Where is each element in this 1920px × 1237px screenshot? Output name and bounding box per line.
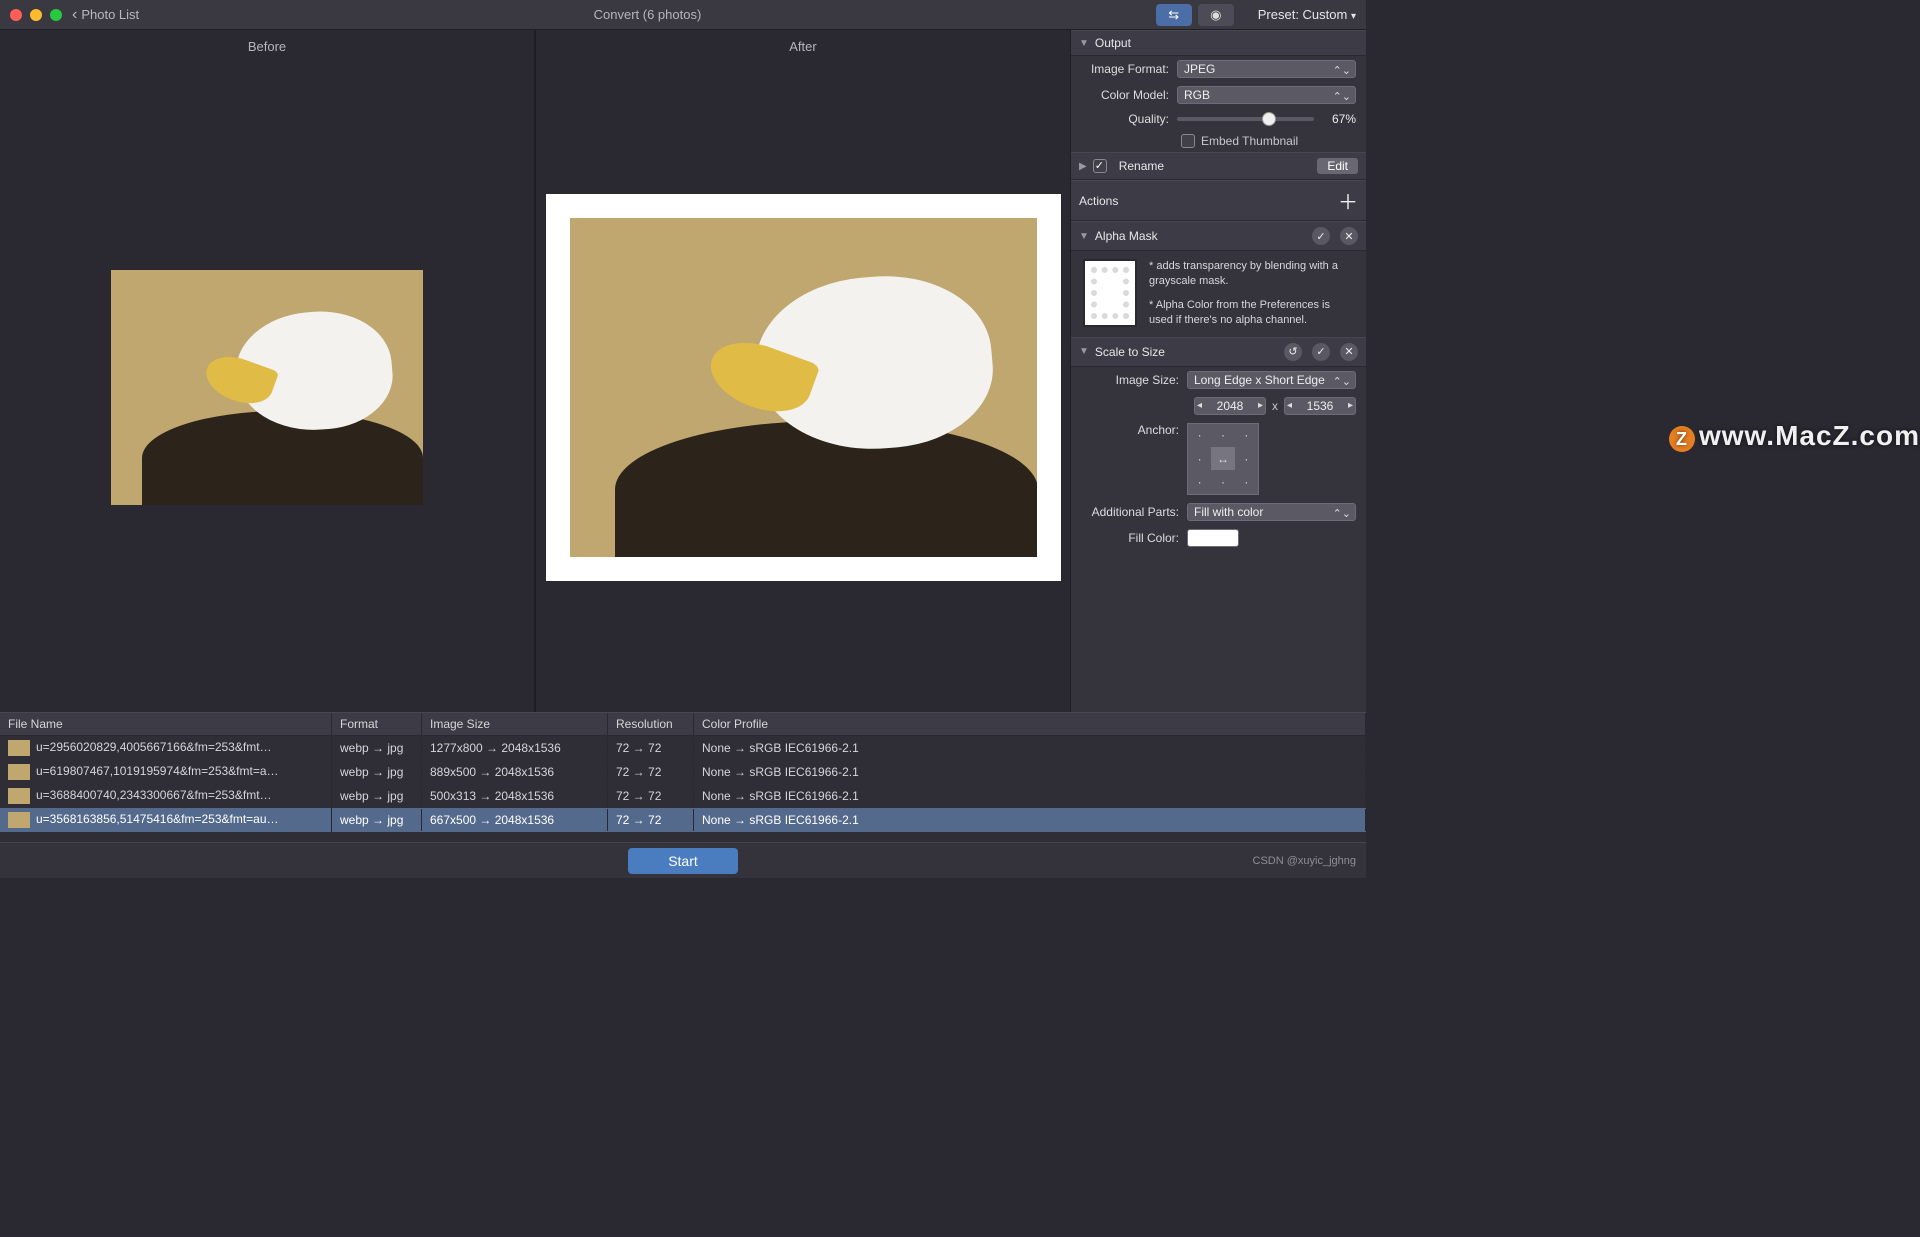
col-header-imagesize[interactable]: Image Size bbox=[422, 713, 608, 735]
disclosure-triangle-icon: ▼ bbox=[1079, 231, 1089, 242]
actions-panel-header: Actions ＋ bbox=[1071, 180, 1366, 221]
quality-slider[interactable] bbox=[1177, 117, 1314, 121]
actions-title: Actions bbox=[1079, 194, 1118, 208]
compare-icon: ⇆ bbox=[1168, 7, 1179, 23]
scale-title: Scale to Size bbox=[1095, 345, 1165, 359]
eye-icon: ◉ bbox=[1210, 7, 1221, 23]
window-zoom-icon[interactable] bbox=[50, 9, 62, 21]
table-row[interactable]: u=619807467,1019195974&fm=253&fmt=a…webp… bbox=[0, 760, 1366, 784]
anchor-label: Anchor: bbox=[1081, 423, 1187, 437]
height-stepper[interactable]: ◂ 1536 ▸ bbox=[1284, 397, 1356, 415]
image-size-label: Image Size: bbox=[1081, 373, 1187, 387]
window-close-icon[interactable] bbox=[10, 9, 22, 21]
credits-text: CSDN @xuyic_jghng bbox=[1253, 855, 1357, 867]
table-row[interactable]: u=2956020829,4005667166&fm=253&fmt…webp … bbox=[0, 736, 1366, 760]
preset-label: Preset: Custom bbox=[1258, 7, 1348, 22]
embed-thumbnail-checkbox[interactable] bbox=[1181, 134, 1195, 148]
stepper-right-icon: ▸ bbox=[1258, 400, 1263, 411]
file-table-header: File Name Format Image Size Resolution C… bbox=[0, 712, 1366, 736]
start-button[interactable]: Start bbox=[628, 848, 738, 874]
chevron-down-icon: ▾ bbox=[1351, 11, 1356, 22]
anchor-grid[interactable]: ··· ·↔· ··· bbox=[1187, 423, 1259, 495]
image-format-label: Image Format: bbox=[1081, 62, 1177, 76]
stepper-left-icon: ◂ bbox=[1287, 400, 1292, 411]
after-header: After bbox=[536, 30, 1070, 62]
rename-edit-button[interactable]: Edit bbox=[1317, 158, 1358, 174]
back-button[interactable]: ‹ Photo List bbox=[72, 7, 139, 23]
table-row[interactable]: u=3688400740,2343300667&fm=253&fmt…webp … bbox=[0, 784, 1366, 808]
before-preview bbox=[0, 62, 534, 712]
output-title: Output bbox=[1095, 36, 1131, 50]
back-label: Photo List bbox=[81, 7, 139, 22]
disclosure-triangle-icon: ▼ bbox=[1079, 38, 1089, 49]
after-preview bbox=[536, 62, 1070, 712]
window-minimize-icon[interactable] bbox=[30, 9, 42, 21]
add-action-button[interactable]: ＋ bbox=[1338, 186, 1358, 215]
stepper-left-icon: ◂ bbox=[1197, 400, 1202, 411]
thumbnail-icon bbox=[8, 788, 30, 804]
chevron-left-icon: ‹ bbox=[72, 7, 77, 23]
col-header-filename[interactable]: File Name bbox=[0, 713, 332, 735]
image-size-select[interactable]: Long Edge x Short Edge ⌃⌄ bbox=[1187, 371, 1356, 389]
additional-parts-select[interactable]: Fill with color ⌃⌄ bbox=[1187, 503, 1356, 521]
scale-panel-header[interactable]: ▼ Scale to Size ↺ ✓ ✕ bbox=[1071, 337, 1366, 367]
apply-action-button[interactable]: ✓ bbox=[1312, 343, 1330, 361]
compare-mode-button[interactable]: ⇆ bbox=[1156, 4, 1192, 26]
col-header-resolution[interactable]: Resolution bbox=[608, 713, 694, 735]
remove-action-button[interactable]: ✕ bbox=[1340, 343, 1358, 361]
quality-label: Quality: bbox=[1081, 112, 1177, 126]
fill-color-well[interactable] bbox=[1187, 529, 1239, 547]
col-header-colorprofile[interactable]: Color Profile bbox=[694, 713, 1366, 735]
alpha-mask-title: Alpha Mask bbox=[1095, 229, 1158, 243]
disclosure-triangle-icon: ▼ bbox=[1079, 346, 1089, 357]
quality-percent: 67% bbox=[1314, 112, 1356, 126]
thumbnail-icon bbox=[8, 740, 30, 756]
rename-checkbox[interactable] bbox=[1093, 159, 1107, 173]
thumbnail-icon bbox=[8, 812, 30, 828]
width-stepper[interactable]: ◂ 2048 ▸ bbox=[1194, 397, 1266, 415]
disclosure-triangle-icon: ▶ bbox=[1079, 161, 1087, 172]
before-header: Before bbox=[0, 30, 534, 62]
rename-panel-header[interactable]: ▶ Rename Edit bbox=[1071, 152, 1366, 180]
col-header-format[interactable]: Format bbox=[332, 713, 422, 735]
image-format-select[interactable]: JPEG ⌃⌄ bbox=[1177, 60, 1356, 78]
preset-dropdown[interactable]: Preset: Custom ▾ bbox=[1258, 7, 1356, 22]
apply-action-button[interactable]: ✓ bbox=[1312, 227, 1330, 245]
chevron-updown-icon: ⌃⌄ bbox=[1333, 90, 1351, 103]
fill-color-label: Fill Color: bbox=[1081, 531, 1187, 545]
chevron-updown-icon: ⌃⌄ bbox=[1333, 375, 1351, 388]
remove-action-button[interactable]: ✕ bbox=[1340, 227, 1358, 245]
chevron-updown-icon: ⌃⌄ bbox=[1333, 507, 1351, 520]
table-row[interactable]: u=3568163856,51475416&fm=253&fmt=au…webp… bbox=[0, 808, 1366, 832]
alpha-mask-panel-header[interactable]: ▼ Alpha Mask ✓ ✕ bbox=[1071, 221, 1366, 251]
reset-action-button[interactable]: ↺ bbox=[1284, 343, 1302, 361]
additional-parts-label: Additional Parts: bbox=[1081, 505, 1187, 519]
preview-mode-button[interactable]: ◉ bbox=[1198, 4, 1234, 26]
stepper-right-icon: ▸ bbox=[1348, 400, 1353, 411]
alpha-mask-thumbnail[interactable] bbox=[1083, 259, 1137, 327]
rename-title: Rename bbox=[1119, 159, 1164, 173]
watermark-text: Zwww.MacZ.com bbox=[1669, 420, 1920, 452]
alpha-mask-desc-2: * Alpha Color from the Preferences is us… bbox=[1149, 298, 1354, 329]
embed-thumbnail-label: Embed Thumbnail bbox=[1201, 134, 1298, 148]
color-model-label: Color Model: bbox=[1081, 88, 1177, 102]
chevron-updown-icon: ⌃⌄ bbox=[1333, 64, 1351, 77]
output-panel-header[interactable]: ▼ Output bbox=[1071, 30, 1366, 56]
thumbnail-icon bbox=[8, 764, 30, 780]
alpha-mask-desc-1: * adds transparency by blending with a g… bbox=[1149, 259, 1354, 290]
window-title: Convert (6 photos) bbox=[149, 7, 1146, 22]
dimension-separator: x bbox=[1272, 399, 1278, 413]
color-model-select[interactable]: RGB ⌃⌄ bbox=[1177, 86, 1356, 104]
